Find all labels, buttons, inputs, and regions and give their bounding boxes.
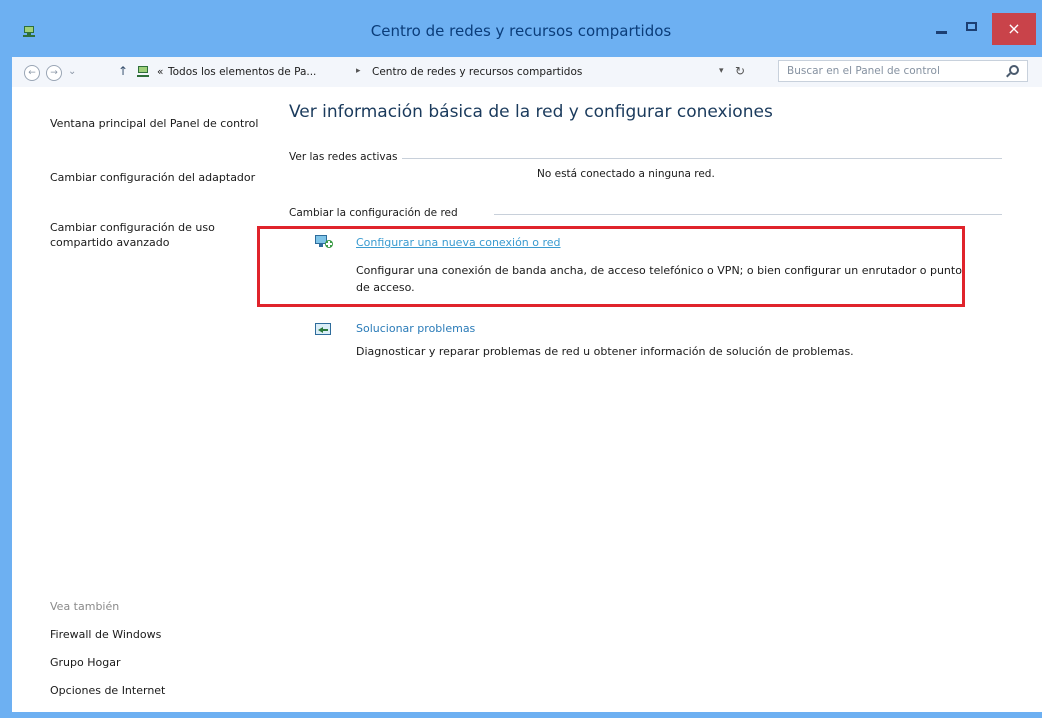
search-input[interactable]: Buscar en el Panel de control [778,60,1028,82]
sidebar: Ventana principal del Panel de control C… [12,87,274,712]
control-panel-icon [137,66,149,77]
sidebar-link-control-panel-home[interactable]: Ventana principal del Panel de control [50,116,260,131]
content-area: Ventana principal del Panel de control C… [12,87,1042,712]
sidebar-link-advanced-sharing[interactable]: Cambiar configuración de uso compartido … [50,220,260,250]
page-title: Ver información básica de la red y confi… [289,102,773,122]
search-placeholder: Buscar en el Panel de control [787,65,940,77]
see-also-heading: Vea también [50,600,120,613]
breadcrumb-prefix[interactable]: « [157,66,163,78]
breadcrumb-network-center[interactable]: Centro de redes y recursos compartidos [372,66,582,78]
active-networks-heading: Ver las redes activas [289,151,398,163]
sidebar-link-adapter-settings[interactable]: Cambiar configuración del adaptador [50,170,260,185]
refresh-icon[interactable]: ↻ [735,64,745,78]
main-panel: Ver información básica de la red y confi… [274,87,1042,712]
change-settings-heading: Cambiar la configuración de red [289,207,458,219]
up-arrow-icon[interactable]: ↑ [118,64,128,78]
window-title: Centro de redes y recursos compartidos [370,22,672,40]
maximize-button[interactable] [959,13,987,45]
see-also-internet-options[interactable]: Opciones de Internet [50,683,260,698]
window: Centro de redes y recursos compartidos ×… [0,0,1042,718]
troubleshoot-icon [315,323,331,335]
back-arrow-icon[interactable]: ← [24,65,40,81]
address-bar: ← → ⌄ ↑ « Todos los elementos de Pa... ▸… [12,57,1042,88]
close-button[interactable]: × [992,13,1036,45]
minimize-button[interactable] [927,13,955,45]
breadcrumb-all-items[interactable]: Todos los elementos de Pa... [168,66,316,78]
title-bar[interactable]: Centro de redes y recursos compartidos × [0,0,1042,57]
highlight-box [257,226,965,307]
breadcrumb-separator[interactable]: ▸ [356,66,361,76]
see-also-firewall[interactable]: Firewall de Windows [50,627,260,642]
section-divider [402,158,1002,159]
recent-locations-icon[interactable]: ⌄ [68,66,76,77]
network-status-text: No está conectado a ninguna red. [537,168,715,180]
see-also-homegroup[interactable]: Grupo Hogar [50,655,260,670]
forward-arrow-icon[interactable]: → [46,65,62,81]
task-troubleshoot-link[interactable]: Solucionar problemas [356,322,475,335]
task-troubleshoot-description: Diagnosticar y reparar problemas de red … [356,345,854,358]
address-dropdown-icon[interactable]: ▾ [719,66,724,76]
search-icon[interactable] [1009,65,1019,75]
section-divider [494,214,1002,215]
